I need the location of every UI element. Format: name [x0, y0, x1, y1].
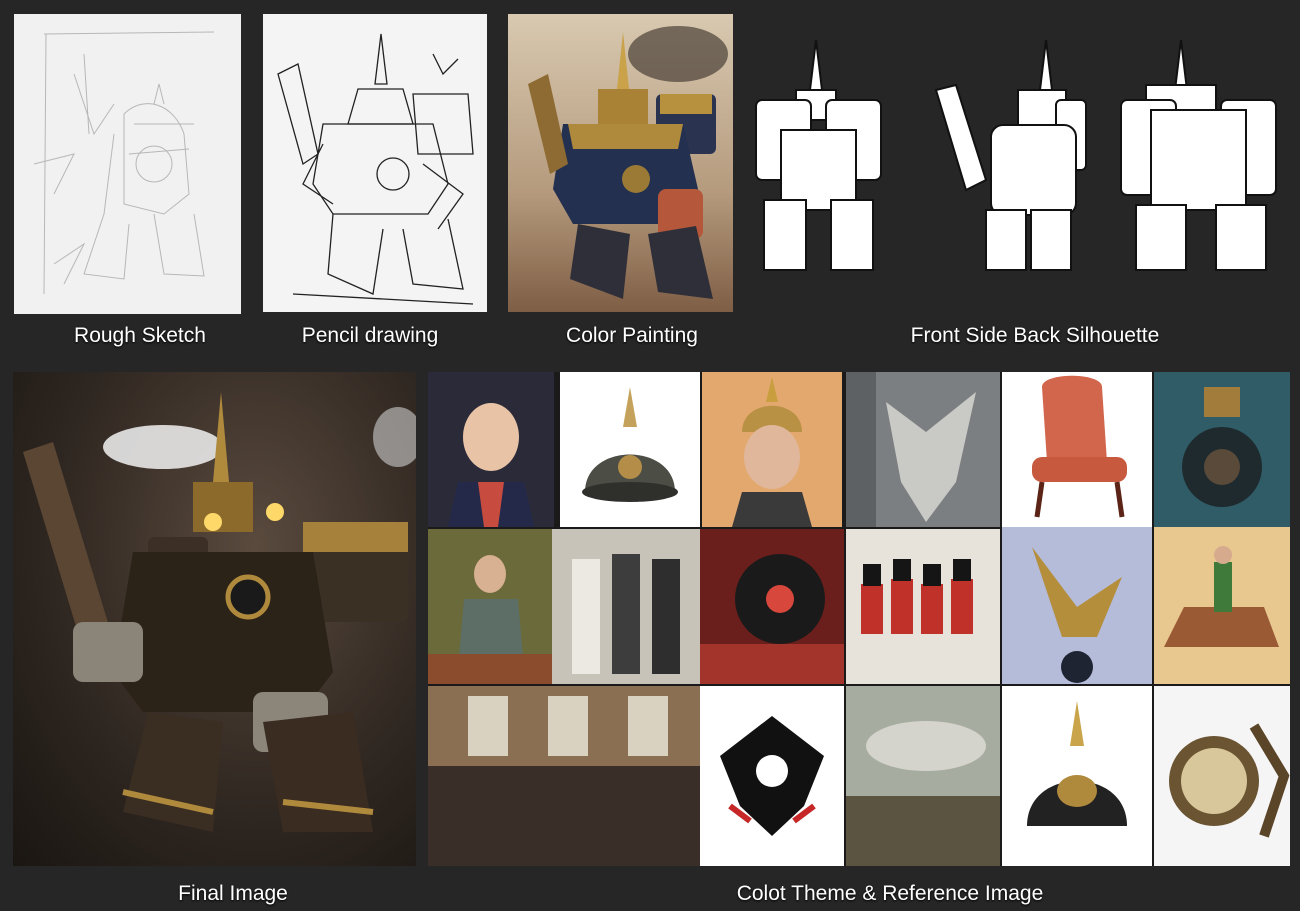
- pencil-drawing-caption: Pencil drawing: [301, 324, 439, 347]
- reference-tile-pickelhaube-helmet: [560, 372, 700, 527]
- silhouette-caption: Front Side Back Silhouette: [910, 324, 1160, 347]
- reference-tile-kaiser-portrait: [428, 372, 554, 527]
- reference-caption: Colot Theme & Reference Image: [736, 882, 1044, 905]
- reference-tile-redcoat-soldiers: [846, 529, 1000, 684]
- reference-tile-stone-eagle: [846, 372, 1000, 527]
- reference-tile-seated-officer-portrait: [428, 529, 552, 684]
- front-silhouette: [755, 39, 882, 271]
- reference-tile-golden-eagle-statue: [1002, 527, 1152, 684]
- reference-tile-brass-pickelhaube: [1002, 686, 1152, 866]
- back-silhouette: [1120, 39, 1277, 271]
- reference-tile-hall-of-mirrors-painting: [428, 686, 700, 866]
- rough-sketch-image: [14, 14, 241, 314]
- reference-tile-battle-painting: [846, 686, 1000, 866]
- final-image-caption: Final Image: [178, 882, 288, 905]
- silhouette-sheet: [746, 30, 1286, 278]
- reference-grid: [428, 372, 1290, 866]
- color-painting-image: [508, 14, 733, 312]
- reference-tile-red-locomotive: [700, 529, 844, 684]
- reference-tile-bismarck-portrait: [702, 372, 842, 527]
- color-painting-caption: Color Painting: [566, 324, 698, 347]
- reference-tile-three-officers-photo: [552, 529, 700, 684]
- reference-tile-steam-engine-cab: [1154, 372, 1290, 527]
- reference-tile-red-armchair: [1002, 372, 1152, 527]
- reference-tile-imperial-eagle-crest: [700, 686, 844, 866]
- pencil-drawing-image: [263, 14, 487, 312]
- reference-tile-cavalry-rider: [1154, 527, 1290, 684]
- side-silhouette: [934, 39, 1087, 271]
- rough-sketch-caption: Rough Sketch: [74, 324, 206, 347]
- reference-tile-brass-pocket-watch: [1154, 686, 1290, 866]
- final-image: [13, 372, 416, 866]
